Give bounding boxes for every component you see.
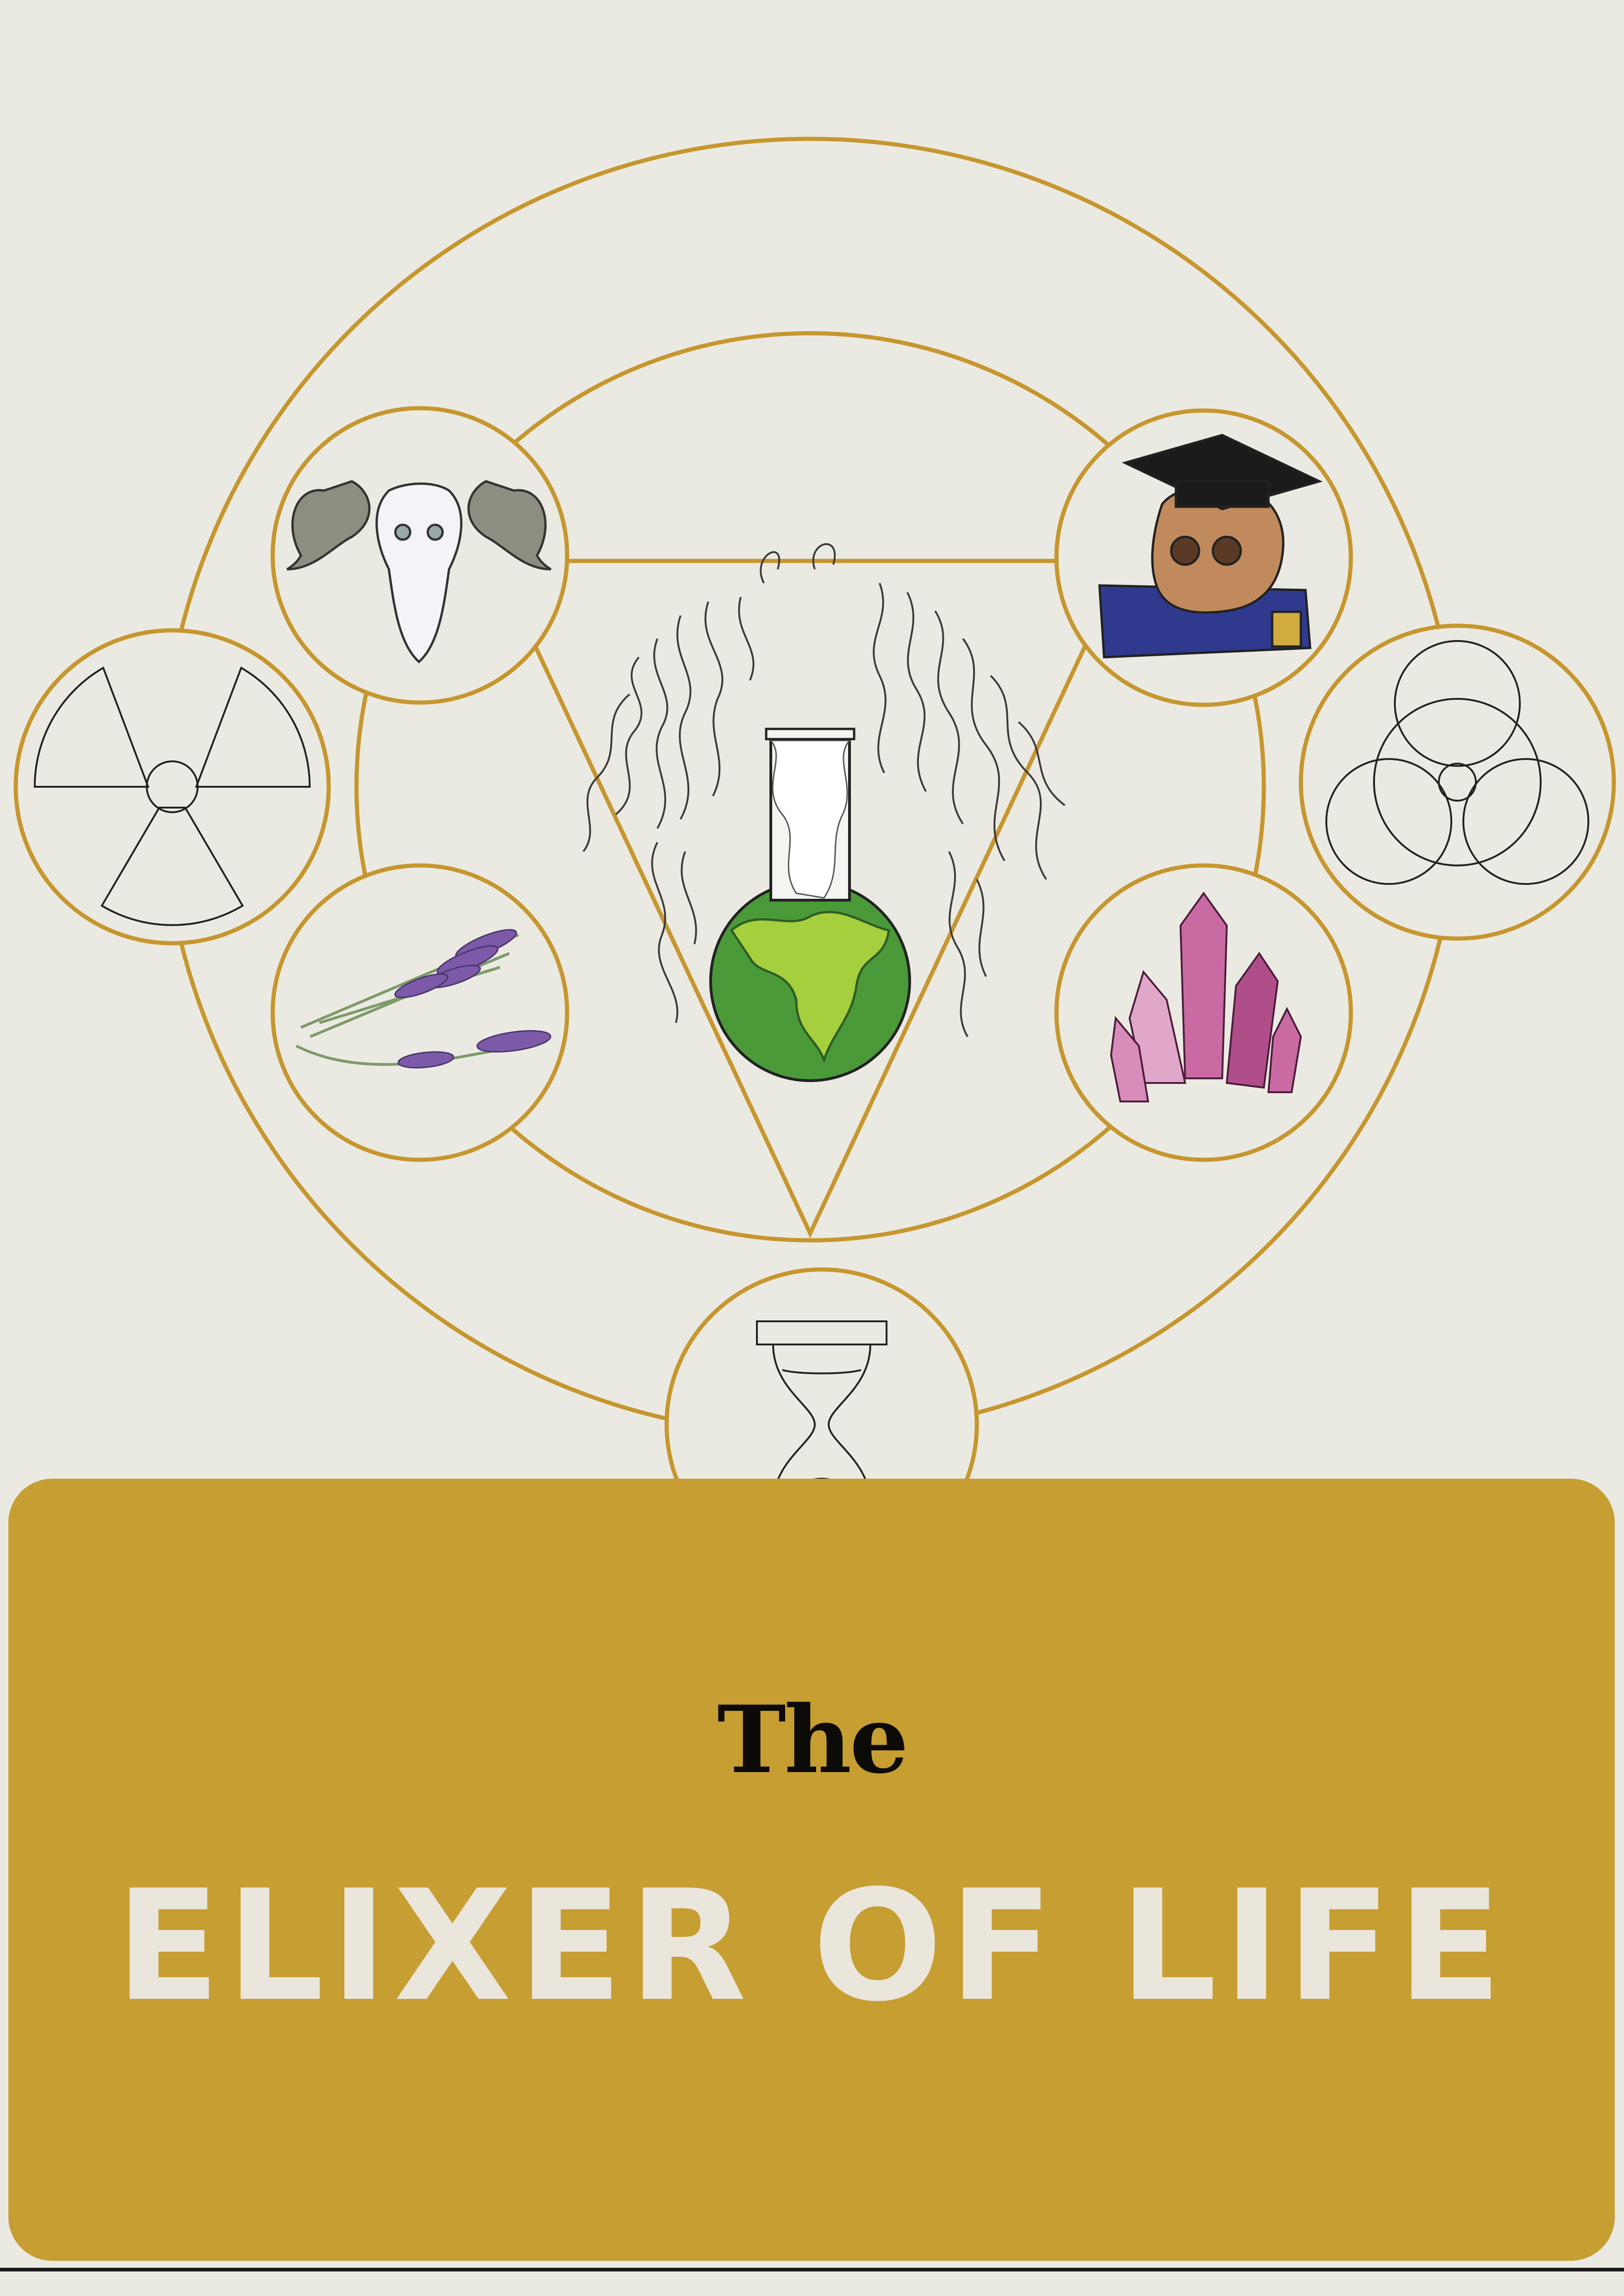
biohazard-medallion	[1299, 623, 1616, 941]
title-main: ELIXER OF LIFE	[115, 1857, 1509, 2035]
bottom-rule	[0, 2268, 1624, 2271]
lavender-medallion	[270, 863, 569, 1162]
potion-flask-icon	[709, 728, 911, 1082]
title-small: The	[717, 1686, 908, 1794]
